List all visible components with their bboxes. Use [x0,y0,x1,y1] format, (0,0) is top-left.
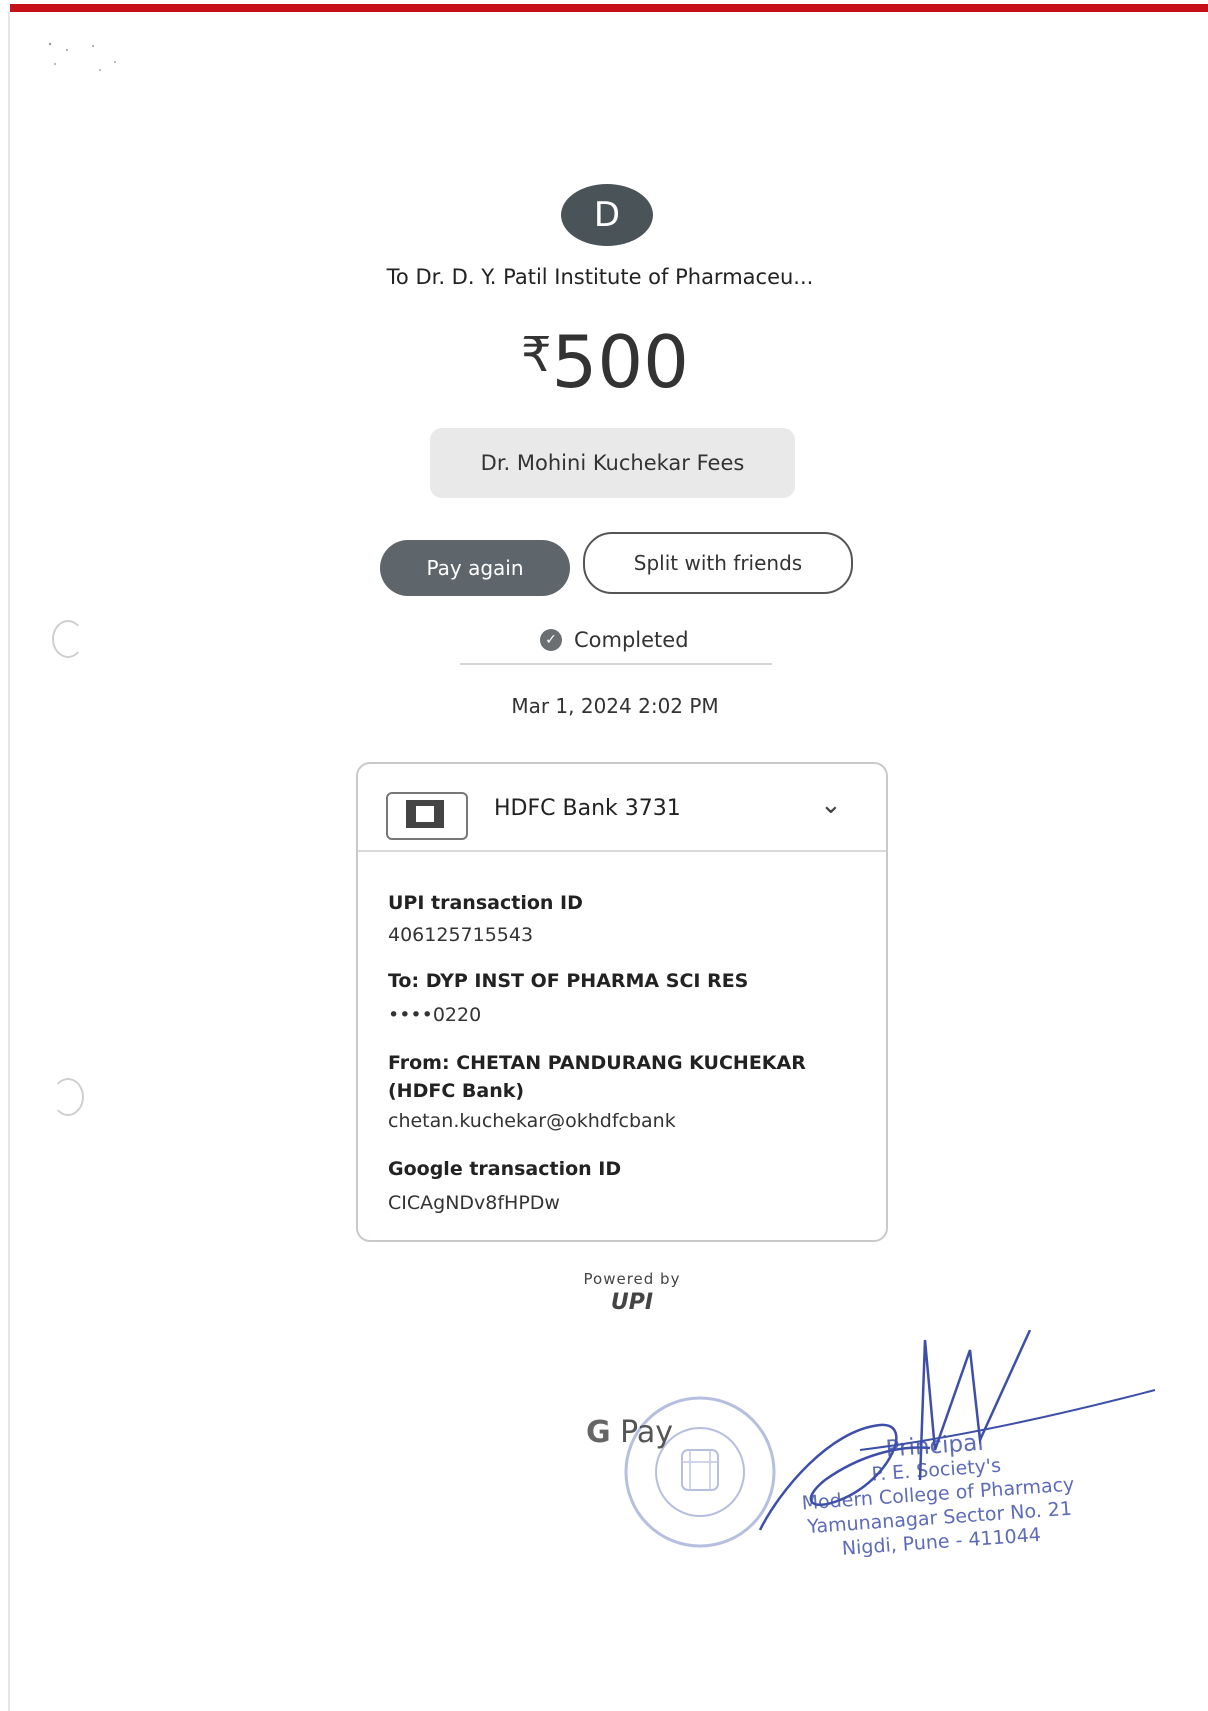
google-transaction-id-label: Google transaction ID [388,1158,622,1180]
transaction-datetime: Mar 1, 2024 2:02 PM [511,694,719,718]
recipient-avatar: D [561,184,653,246]
punch-hole-bottom [52,1078,84,1116]
pay-again-button[interactable]: Pay again [380,540,570,596]
upi-transaction-id-value: 406125715543 [388,924,534,946]
to-account-label: To: DYP INST OF PHARMA SCI RES [388,970,749,992]
page-edge [8,12,10,1711]
from-account-label: From: CHETAN PANDURANG KUCHEKAR [388,1052,806,1074]
transaction-details-card: HDFC Bank 3731 ⌄ UPI transaction ID 4061… [356,762,888,1242]
upi-logo: UPI [610,1290,654,1315]
handwritten-signature [758,1330,1156,1531]
to-account-number: ••••0220 [388,1004,482,1026]
check-circle-icon: ✓ [540,629,562,651]
status-label: Completed [574,628,689,652]
google-transaction-id-value: CICAgNDv8fHPDw [388,1192,560,1214]
powered-by-label: Powered by [583,1270,681,1288]
amount-value: 500 [551,320,689,404]
google-pay-logo: G Pay [586,1415,674,1450]
rupee-symbol: ₹ [521,327,552,383]
payment-amount: ₹500 [490,315,720,402]
payment-note: Dr. Mohini Kuchekar Fees [430,428,795,498]
hdfc-bank-logo-icon [386,792,468,840]
bank-account-name: HDFC Bank 3731 [494,796,681,821]
top-red-bar [10,4,1208,12]
status-row: ✓ Completed [540,628,689,652]
from-bank-label: (HDFC Bank) [388,1080,525,1102]
from-vpa: chetan.kuchekar@okhdfcbank [388,1110,676,1132]
bank-account-row[interactable]: HDFC Bank 3731 ⌄ [358,764,886,852]
divider [460,663,772,665]
upi-transaction-id-label: UPI transaction ID [388,892,583,914]
chevron-down-icon[interactable]: ⌄ [820,790,842,820]
punch-hole-top [52,620,84,658]
recipient-name: To Dr. D. Y. Patil Institute of Pharmace… [386,265,814,289]
split-with-friends-button[interactable]: Split with friends [583,532,853,594]
scan-specks [48,42,116,71]
